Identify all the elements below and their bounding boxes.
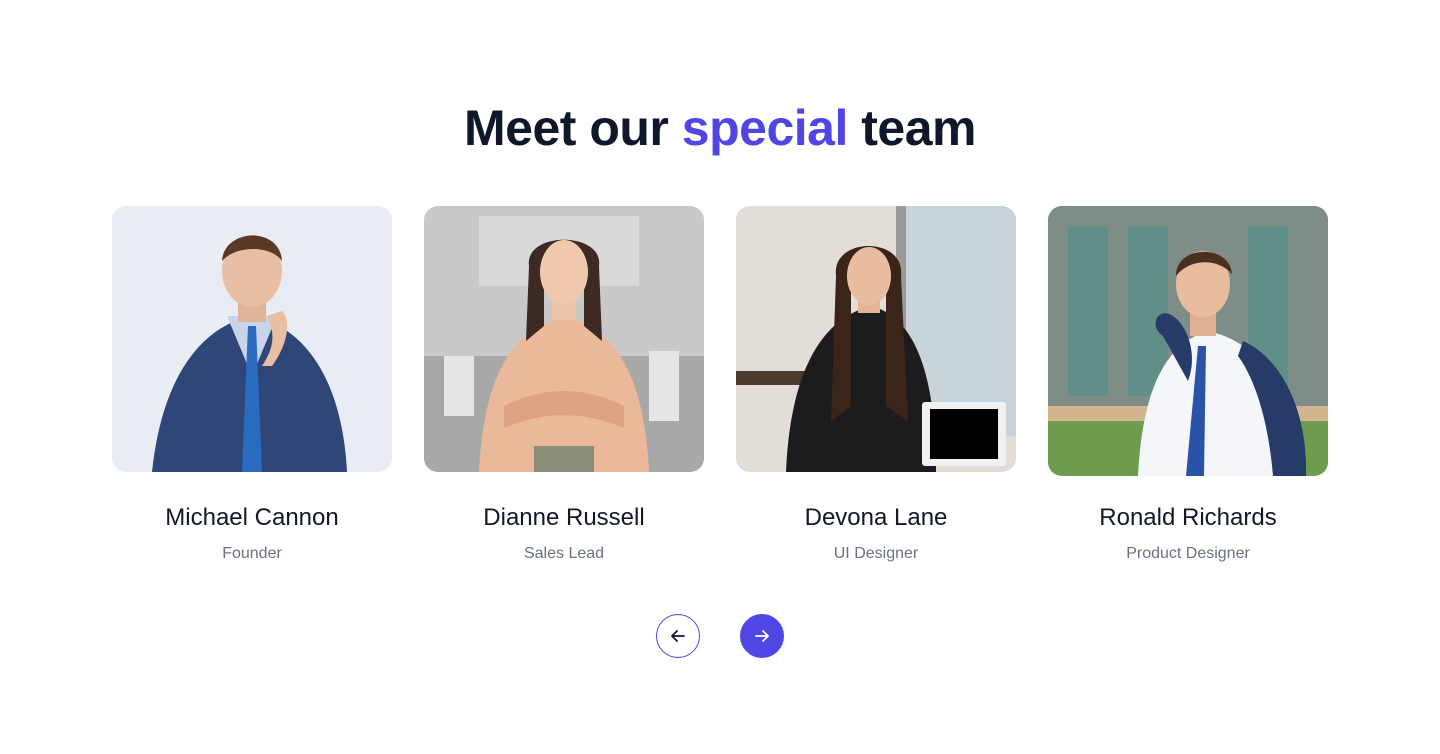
team-card: Ronald Richards Product Designer — [1048, 206, 1328, 562]
arrow-left-icon — [671, 630, 685, 642]
team-member-photo — [424, 206, 704, 472]
team-member-name: Devona Lane — [804, 504, 948, 531]
arrow-right-icon — [755, 630, 769, 642]
title-start: Meet our — [464, 100, 669, 156]
team-member-role: Sales Lead — [523, 545, 605, 562]
team-member-photo — [736, 206, 1016, 472]
team-card: Michael Cannon Founder — [112, 206, 392, 562]
team-member-role: Product Designer — [1126, 545, 1250, 562]
title-accent: special — [681, 100, 849, 156]
team-member-photo — [112, 206, 392, 472]
next-button[interactable] — [740, 614, 784, 658]
team-member-photo — [1048, 206, 1328, 476]
team-member-name: Ronald Richards — [1099, 504, 1277, 531]
team-card: Devona Lane UI Designer — [736, 206, 1016, 562]
team-card: Dianne Russell Sales Lead — [424, 206, 704, 562]
team-member-role: UI Designer — [833, 545, 919, 562]
team-member-role: Founder — [222, 545, 282, 562]
section-title: Meet our special team — [0, 98, 1440, 158]
team-member-name: Michael Cannon — [165, 504, 339, 531]
previous-button[interactable] — [656, 614, 700, 658]
title-end: team — [861, 100, 976, 156]
team-member-name: Dianne Russell — [483, 504, 645, 531]
team-list: Michael Cannon Founder Dianne Russell Sa… — [112, 206, 1328, 576]
